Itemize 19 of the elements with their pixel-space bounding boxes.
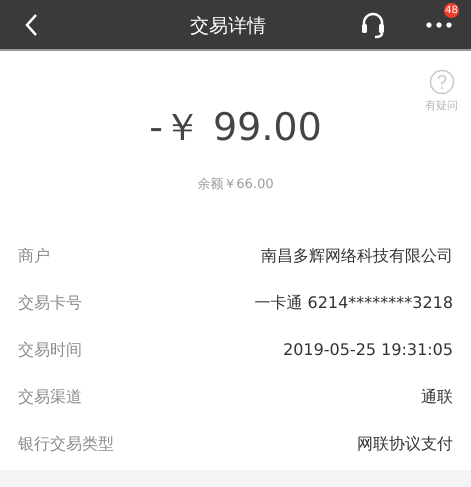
- detail-label: 交易渠道: [18, 386, 82, 408]
- detail-value: 通联: [421, 386, 453, 408]
- detail-label: 交易时间: [18, 339, 82, 361]
- balance: 余额￥66.00: [197, 176, 274, 194]
- more-icon: [426, 22, 452, 28]
- detail-label: 商户: [18, 245, 50, 267]
- back-icon: [24, 12, 38, 36]
- help-button[interactable]: 有疑问: [425, 69, 458, 114]
- page-title: 交易详情: [190, 14, 266, 39]
- amount: -￥ 99.00: [149, 104, 322, 151]
- detail-value: 一卡通 6214********3218: [254, 292, 453, 314]
- detail-label: 银行交易类型: [18, 433, 114, 455]
- detail-value: 2019-05-25 19:31:05: [283, 339, 453, 361]
- headset-icon: [360, 10, 386, 38]
- detail-value: 网联协议支付: [357, 433, 453, 455]
- question-icon: [428, 69, 454, 95]
- detail-value: 南昌多辉网络科技有限公司: [261, 245, 453, 267]
- notification-badge: 48: [444, 2, 459, 18]
- detail-label: 交易卡号: [18, 292, 82, 314]
